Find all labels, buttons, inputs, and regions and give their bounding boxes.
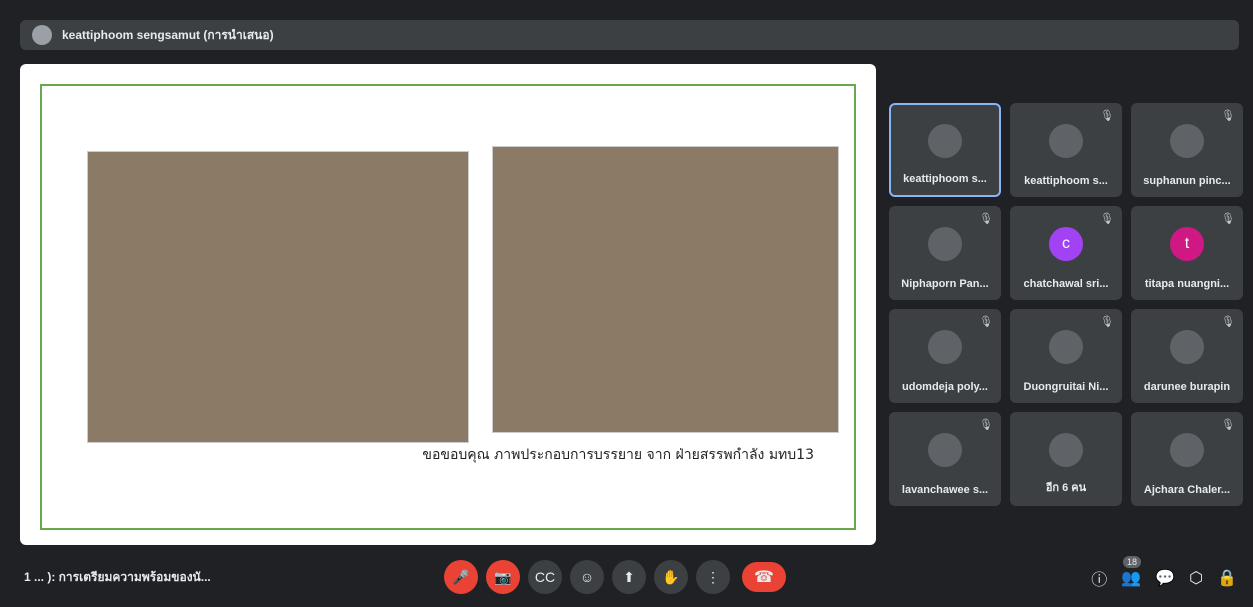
avatar: [928, 124, 962, 158]
mic-off-icon: 🎙: [979, 213, 993, 225]
info-icon[interactable]: ⓘ: [1091, 566, 1107, 590]
presentation-stage: ขอขอบคุณ ภาพประกอบการบรรยาย จาก ฝ่ายสรรพ…: [20, 64, 876, 545]
people-icon[interactable]: 👥: [1121, 568, 1141, 588]
avatar: [1049, 432, 1083, 467]
mic-off-icon: 🎙: [1100, 110, 1114, 122]
participant-name: lavanchawee s...: [901, 484, 989, 496]
participant-tile[interactable]: อีก 6 คน: [1010, 412, 1122, 506]
avatar: [1170, 123, 1204, 158]
participant-name: อีก 6 คน: [1045, 482, 1087, 494]
people-count-badge: 18: [1122, 556, 1141, 568]
presenter-title: keattiphoom sengsamut (การนำเสนอ): [62, 27, 274, 42]
slide-caption: ขอขอบคุณ ภาพประกอบการบรรยาย จาก ฝ่ายสรรพ…: [422, 447, 814, 463]
participant-tile[interactable]: keattiphoom s... 🎙: [1010, 103, 1122, 197]
host-controls-icon[interactable]: 🔒: [1217, 568, 1237, 588]
avatar: [928, 432, 962, 467]
participant-tile[interactable]: Ajchara Chaler... 🎙: [1131, 412, 1243, 506]
avatar: t: [1170, 226, 1204, 261]
raise-hand-button[interactable]: ✋: [654, 560, 688, 594]
avatar: [928, 329, 962, 364]
mic-off-icon: 🎙: [1100, 316, 1114, 328]
chat-icon[interactable]: 💬: [1155, 568, 1175, 588]
participant-tile[interactable]: darunee burapin 🎙: [1131, 309, 1243, 403]
participant-name: darunee burapin: [1143, 381, 1231, 393]
participant-tile[interactable]: lavanchawee s... 🎙: [889, 412, 1001, 506]
participant-name: udomdeja poly...: [902, 381, 988, 393]
participant-name: Niphaporn Pan...: [901, 278, 989, 290]
participant-tile[interactable]: Niphaporn Pan... 🎙: [889, 206, 1001, 300]
participant-tile[interactable]: t titapa nuangni... 🎙: [1131, 206, 1243, 300]
more-options-button[interactable]: ⋮: [696, 560, 730, 594]
participant-name: chatchawal sri...: [1023, 278, 1109, 290]
mic-off-icon: 🎙: [979, 419, 993, 431]
participant-name: Ajchara Chaler...: [1143, 484, 1231, 496]
slide-photo-right: [492, 146, 839, 433]
participant-name: Duongruitai Ni...: [1023, 381, 1109, 393]
participant-name: keattiphoom s...: [903, 173, 987, 185]
avatar: [1049, 123, 1083, 158]
present-button[interactable]: ⬆: [612, 560, 646, 594]
right-controls: ⓘ 👥 💬 ⬡ 🔒: [1091, 548, 1237, 607]
mic-off-icon: 🎙: [1221, 419, 1235, 431]
participant-name: titapa nuangni...: [1144, 278, 1230, 290]
mic-off-icon: 🎙: [1100, 213, 1114, 225]
bottom-toolbar: 1 ... ): การเตรียมความพร้อมของนั... 🎤 📷 …: [0, 548, 1253, 607]
mic-off-icon: 🎙: [979, 316, 993, 328]
participant-tile[interactable]: Duongruitai Ni... 🎙: [1010, 309, 1122, 403]
slide-frame: ขอขอบคุณ ภาพประกอบการบรรยาย จาก ฝ่ายสรรพ…: [40, 84, 856, 530]
mic-button[interactable]: 🎤: [444, 560, 478, 594]
camera-button[interactable]: 📷: [486, 560, 520, 594]
emoji-button[interactable]: ☺: [570, 560, 604, 594]
participant-grid: keattiphoom s... keattiphoom s... 🎙 suphanu…: [889, 103, 1243, 506]
participant-tile[interactable]: suphanun pinc... 🎙: [1131, 103, 1243, 197]
end-call-button[interactable]: ☎: [742, 562, 786, 592]
avatar: [1170, 329, 1204, 364]
activities-icon[interactable]: ⬡: [1189, 568, 1203, 588]
participant-tile[interactable]: keattiphoom s...: [889, 103, 1001, 197]
avatar: [1170, 432, 1204, 467]
meeting-title: 1 ... ): การเตรียมความพร้อมของนั...: [24, 570, 211, 584]
mic-off-icon: 🎙: [1221, 213, 1235, 225]
mic-off-icon: 🎙: [1221, 316, 1235, 328]
captions-button[interactable]: CC: [528, 560, 562, 594]
presenter-bar: keattiphoom sengsamut (การนำเสนอ): [20, 20, 1239, 50]
participant-name: keattiphoom s...: [1024, 175, 1108, 187]
avatar: [928, 226, 962, 261]
avatar: [32, 25, 52, 45]
participant-tile[interactable]: c chatchawal sri... 🎙: [1010, 206, 1122, 300]
avatar: c: [1049, 226, 1083, 261]
mic-off-icon: 🎙: [1221, 110, 1235, 122]
avatar: [1049, 329, 1083, 364]
slide-photo-left: [87, 151, 469, 443]
participant-tile[interactable]: udomdeja poly... 🎙: [889, 309, 1001, 403]
participant-name: suphanun pinc...: [1143, 175, 1231, 187]
